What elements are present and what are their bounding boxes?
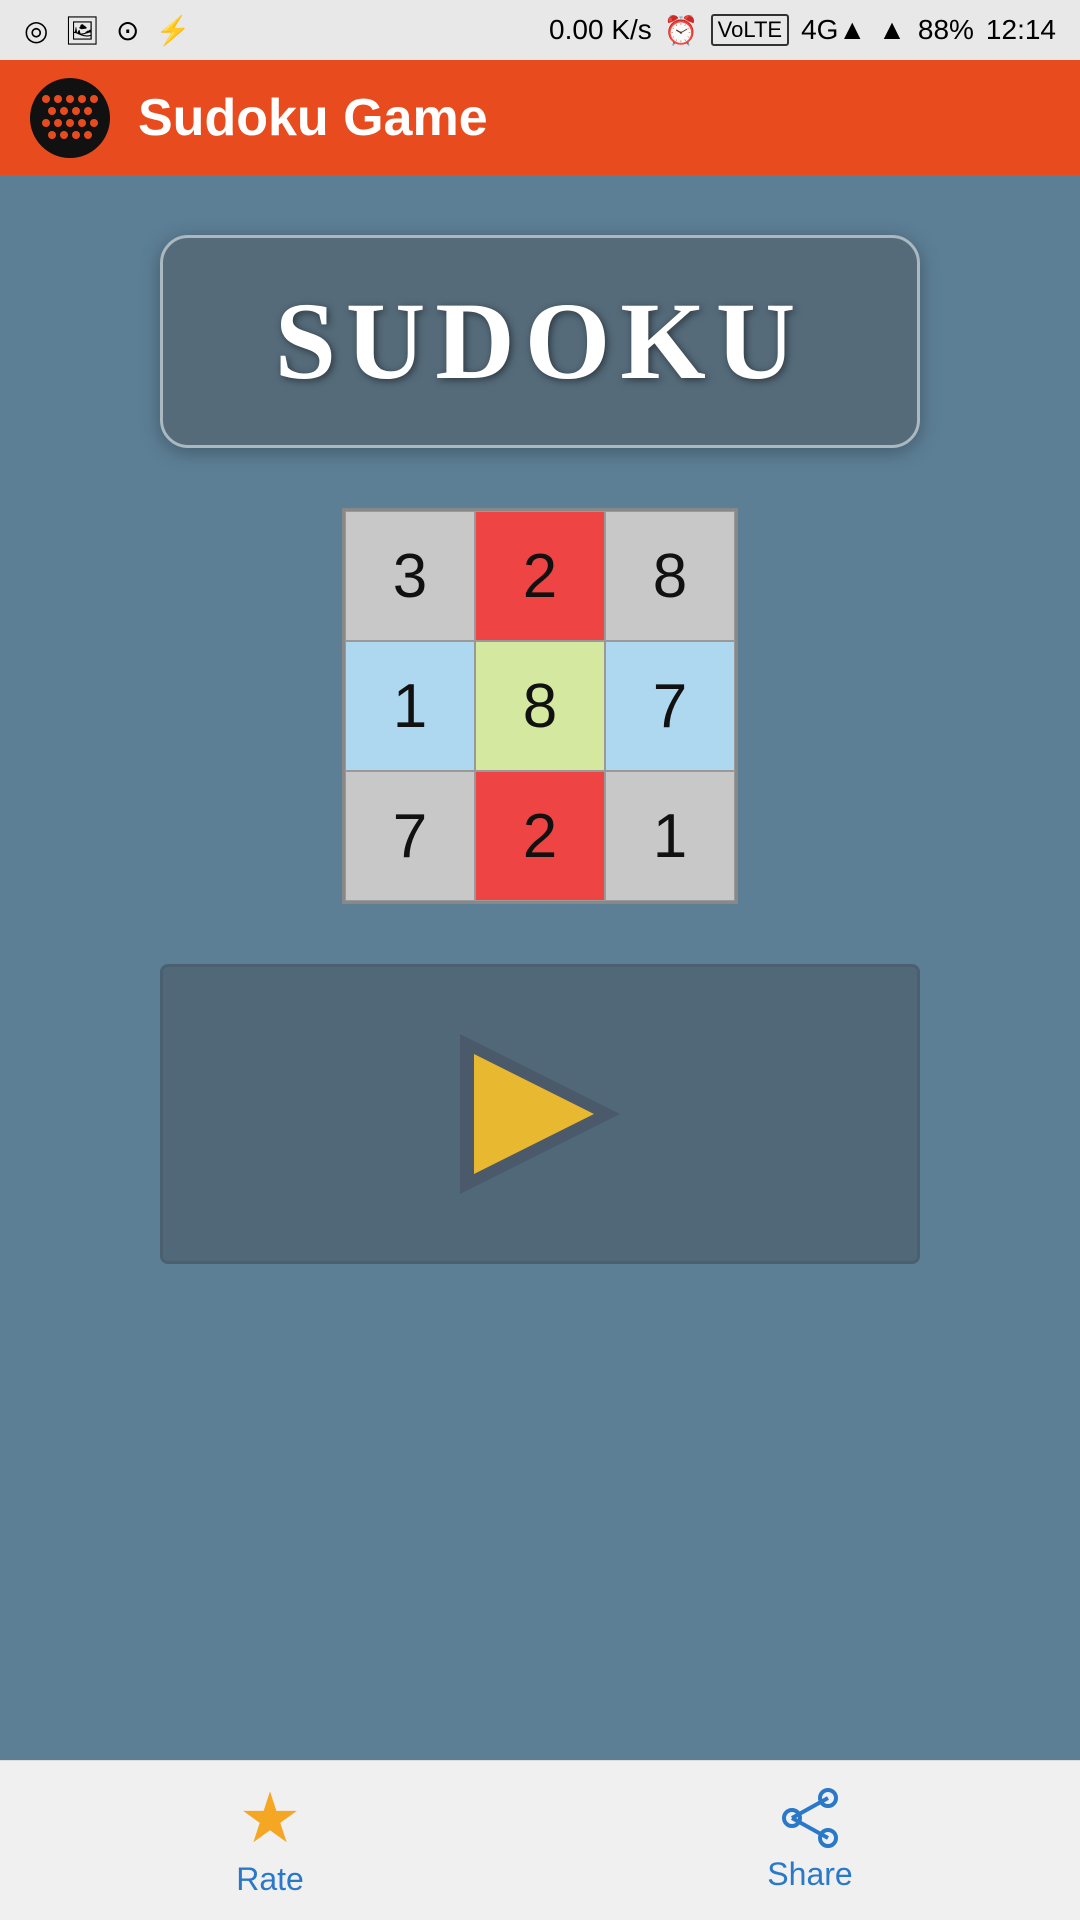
play-button[interactable] [160, 964, 920, 1264]
sudoku-cell-6[interactable]: 7 [345, 771, 475, 901]
network-4g: 4G▲ [801, 14, 866, 46]
sudoku-cell-1[interactable]: 2 [475, 511, 605, 641]
app-logo [30, 78, 110, 158]
status-bar-left: ◎ 🖼 ⊙ ⚡ [24, 14, 190, 47]
main-content: SUDOKU 328187721 [0, 175, 1080, 1760]
clock: 12:14 [986, 14, 1056, 46]
share-label: Share [767, 1856, 852, 1893]
location-icon: ◎ [24, 14, 48, 47]
logo-icon [40, 93, 100, 143]
status-bar: ◎ 🖼 ⊙ ⚡ 0.00 K/s ⏰ VoLTE 4G▲ ▲ 88% 12:14 [0, 0, 1080, 60]
play-icon [460, 1034, 620, 1194]
battery-level: 88% [918, 14, 974, 46]
app-bar: Sudoku Game [0, 60, 1080, 175]
status-bar-right: 0.00 K/s ⏰ VoLTE 4G▲ ▲ 88% 12:14 [549, 14, 1056, 47]
record-icon: ⊙ [116, 14, 139, 47]
sudoku-cell-2[interactable]: 8 [605, 511, 735, 641]
share-nav-item[interactable]: Share [540, 1788, 1080, 1893]
sudoku-grid[interactable]: 328187721 [342, 508, 738, 904]
sudoku-cell-0[interactable]: 3 [345, 511, 475, 641]
app-title: Sudoku Game [138, 88, 488, 148]
flash-icon: ⚡ [155, 14, 190, 47]
image-icon: 🖼 [64, 14, 100, 47]
volte-badge: VoLTE [711, 14, 789, 46]
alarm-icon: ⏰ [664, 14, 699, 47]
signal-icon: ▲ [878, 14, 906, 46]
rate-nav-item[interactable]: ★ Rate [0, 1783, 540, 1898]
star-icon: ★ [239, 1783, 302, 1853]
sudoku-title: SUDOKU [275, 280, 806, 402]
sudoku-cell-8[interactable]: 1 [605, 771, 735, 901]
network-speed: 0.00 K/s [549, 14, 652, 46]
sudoku-cell-5[interactable]: 7 [605, 641, 735, 771]
sudoku-cell-4[interactable]: 8 [475, 641, 605, 771]
sudoku-cell-3[interactable]: 1 [345, 641, 475, 771]
rate-label: Rate [236, 1861, 304, 1898]
bottom-nav: ★ Rate Share [0, 1760, 1080, 1920]
title-card: SUDOKU [160, 235, 920, 448]
sudoku-cell-7[interactable]: 2 [475, 771, 605, 901]
share-icon [780, 1788, 840, 1848]
play-icon-inner [474, 1054, 594, 1174]
